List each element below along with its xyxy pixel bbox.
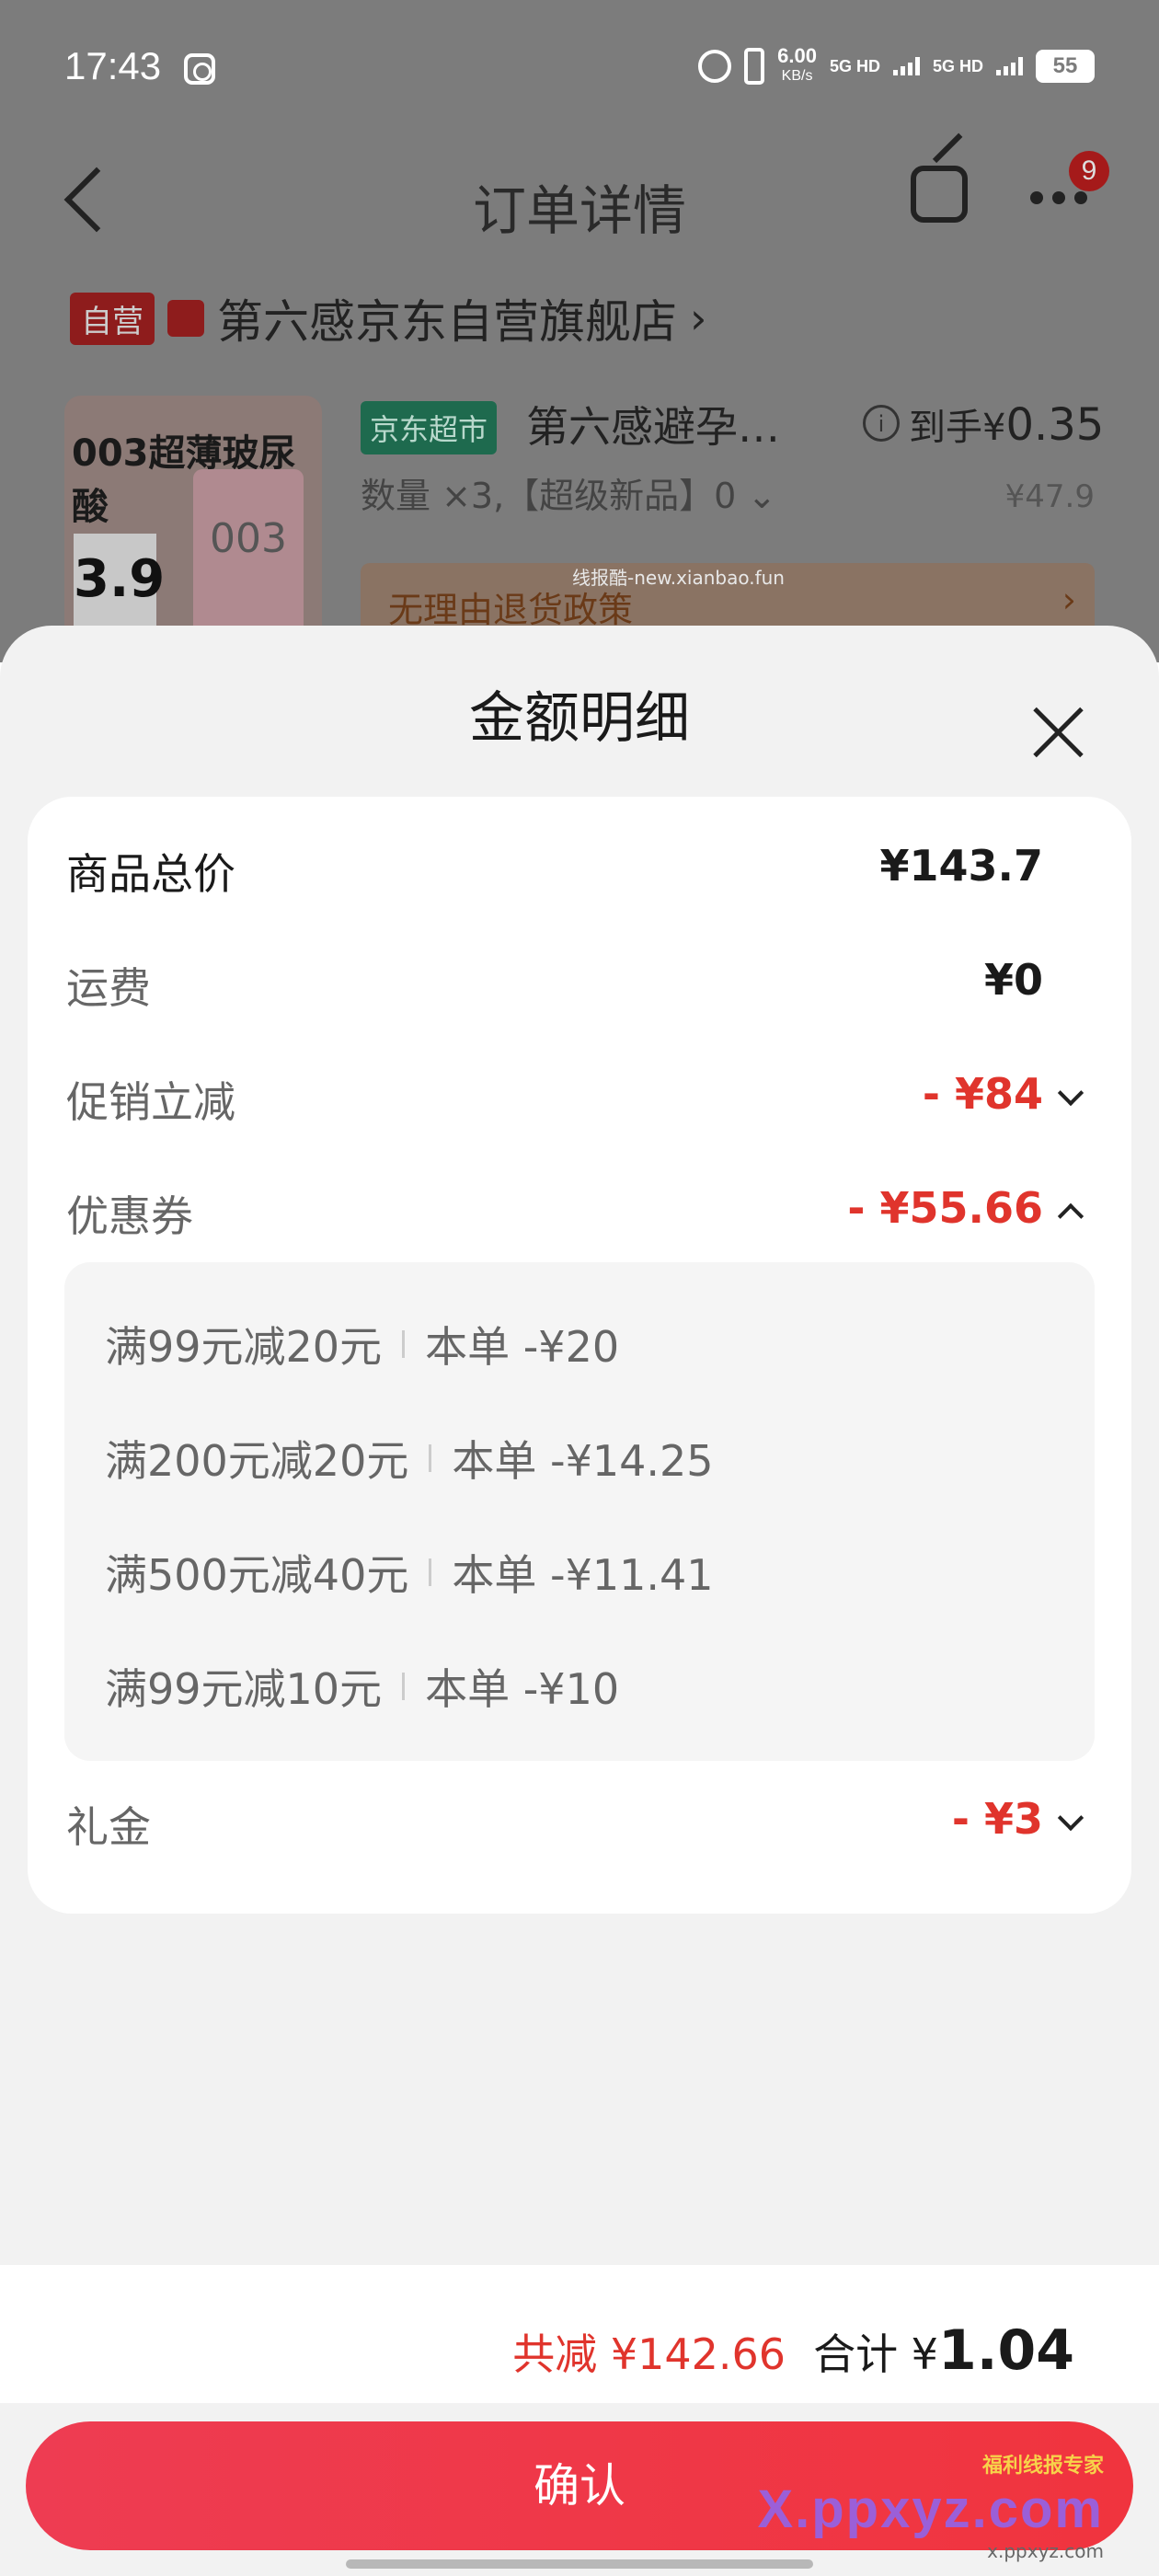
signal-2-icon [996,57,1023,75]
network-2-label: 5G HD [932,57,983,75]
coupon-amount: 本单 -¥10 [425,1664,620,1714]
original-price: ¥47.9 [1004,478,1095,515]
info-icon[interactable]: i [863,405,900,442]
coupon-list: 满99元减20元 本单 -¥20 满200元减20元 本单 -¥14.25 满5… [64,1262,1095,1761]
shop-header[interactable]: 自营 第六感京东自营旗舰店 › [70,285,706,351]
divider [402,1330,406,1358]
signal-1-icon [892,57,920,75]
brand-slogan: 福利线报专家 [981,2455,1104,2478]
store-icon [167,300,204,337]
row-goods-total: 商品总价 ¥143.7 [66,828,1124,902]
product-thumbnail[interactable]: 003超薄玻尿酸 3.9 003 [64,396,322,662]
vibrate-icon [744,48,765,85]
row-value: ¥143.7 [879,841,1043,891]
share-icon[interactable] [911,166,968,223]
message-count-badge: 9 [1069,151,1109,191]
row-gift-money[interactable]: 礼金 - ¥3 [66,1781,1124,1855]
amount-detail-card: 商品总价 ¥143.7 运费 ¥0 促销立减 - ¥84 优惠券 - ¥55.6… [28,797,1131,1914]
more-icon[interactable] [1030,191,1087,204]
close-icon[interactable] [1028,703,1087,762]
coupon-item: 满99元减20元 本单 -¥20 [105,1314,619,1374]
shop-name: 第六感京东自营旗舰店 [217,295,677,349]
status-time: 17:43 [64,44,162,87]
chevron-right-icon: › [1061,580,1076,620]
product-name[interactable]: 第六感避孕… [526,394,780,454]
divider [429,1558,432,1586]
coupon-condition: 满99元减20元 [105,1322,383,1372]
home-indicator[interactable] [346,2559,813,2569]
chevron-down-icon[interactable] [1057,1079,1084,1107]
row-label: 商品总价 [66,849,235,899]
total-bar: 共减 ¥142.66 合计 ¥1.04 [0,2265,1159,2403]
row-value: - ¥3 [951,1794,1043,1844]
hand-price: 到手¥0.35 [909,399,1105,451]
row-label: 运费 [66,963,151,1013]
coupon-amount: 本单 -¥11.41 [452,1550,714,1600]
row-value: - ¥55.66 [847,1183,1043,1233]
total-discount: 共减 ¥142.66 [512,2329,786,2379]
self-operated-tag: 自营 [70,292,155,345]
divider [402,1673,406,1700]
network-1-label: 5G HD [829,57,880,75]
coupon-condition: 满500元减40元 [105,1550,409,1600]
product-image-box: 003 [193,469,304,644]
order-detail-page-dimmed: 17:43 6.00 KB/s 5G HD 5G HD 55 订单详情 9 自营 … [0,0,1159,662]
page-title: 订单详情 [472,179,686,242]
row-value: ¥0 [983,955,1043,1005]
brand-watermark: 福利线报专家 X.ppxyz.com x.ppxyz.com [757,2449,1104,2562]
coupon-amount: 本单 -¥20 [425,1322,620,1372]
coupon-item: 满500元减40元 本单 -¥11.41 [105,1542,714,1603]
row-label: 礼金 [66,1802,151,1852]
coupon-condition: 满200元减20元 [105,1436,409,1486]
coupon-condition: 满99元减10元 [105,1664,383,1714]
total-amount: 合计 ¥1.04 [813,2318,1074,2383]
alarm-icon [698,50,732,83]
product-image-price: 3.9 [74,534,165,626]
channel-tag: 京东超市 [361,401,498,454]
status-icons: 6.00 KB/s 5G HD 5G HD 55 [698,46,1095,86]
net-speed: 6.00 KB/s [777,44,817,85]
row-promotion[interactable]: 促销立减 - ¥84 [66,1056,1124,1130]
coupon-item: 满200元减20元 本单 -¥14.25 [105,1428,714,1489]
row-coupon[interactable]: 优惠券 - ¥55.66 [66,1170,1124,1244]
divider [429,1444,432,1472]
chevron-up-icon[interactable] [1057,1202,1084,1230]
battery-icon: 55 [1036,50,1095,83]
row-value: - ¥84 [922,1069,1043,1119]
brand-logo: X.ppxyz.com [757,2479,1104,2539]
sheet-title: 金额明细 [469,686,690,751]
quantity-line: 数量 ×3,【超级新品】0 ⌄ [361,476,777,516]
nav-bar: 订单详情 9 [0,138,1159,276]
total-summary: 共减 ¥142.66 合计 ¥1.04 [512,2318,1074,2383]
chevron-down-icon[interactable] [1057,1804,1084,1832]
chevron-right-icon: › [690,293,707,343]
watermark-text: 线报酷-new.xianbao.fun [572,567,785,589]
status-bar: 17:43 6.00 KB/s 5G HD 5G HD 55 [0,0,1159,138]
app-notification-icon [184,53,215,85]
row-label: 促销立减 [66,1077,235,1127]
row-shipping: 运费 ¥0 [66,942,1124,1016]
coupon-item: 满99元减10元 本单 -¥10 [105,1656,619,1717]
row-label: 优惠券 [66,1191,193,1241]
coupon-amount: 本单 -¥14.25 [452,1436,714,1486]
